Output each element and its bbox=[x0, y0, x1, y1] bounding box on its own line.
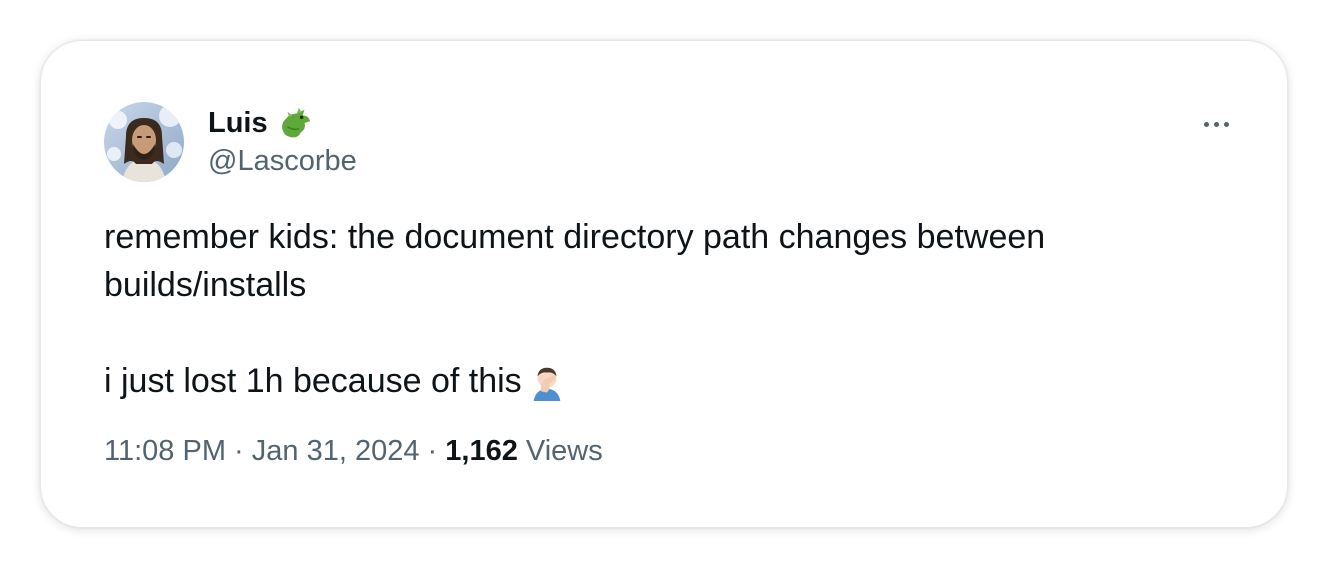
author-name[interactable]: Luis bbox=[208, 107, 268, 140]
tweet-text-line: i just lost 1h because of this bbox=[104, 357, 1184, 405]
dragon-emoji-icon bbox=[281, 107, 310, 138]
tweet-time-link[interactable]: 11:08 PM · Jan 31, 2024 bbox=[104, 435, 419, 467]
tweet-meta: 11:08 PM · Jan 31, 2024 · 1,162 Views bbox=[104, 435, 603, 468]
views-label: Views bbox=[525, 435, 603, 467]
author-handle[interactable]: @Lascorbe bbox=[208, 145, 357, 178]
author-row: Luis bbox=[208, 103, 314, 143]
more-options-icon[interactable] bbox=[1189, 107, 1243, 141]
meta-separator: · bbox=[427, 435, 438, 467]
facepalm-emoji-icon bbox=[533, 367, 560, 401]
avatar[interactable] bbox=[104, 102, 184, 182]
tweet-text: remember kids: the document directory pa… bbox=[104, 213, 1184, 405]
tweet-text-line: remember kids: the document directory pa… bbox=[104, 218, 1046, 304]
tweet-card[interactable]: Luis @Lascorbe remember kids: the docume… bbox=[40, 40, 1288, 528]
views-count: 1,162 bbox=[445, 435, 518, 467]
